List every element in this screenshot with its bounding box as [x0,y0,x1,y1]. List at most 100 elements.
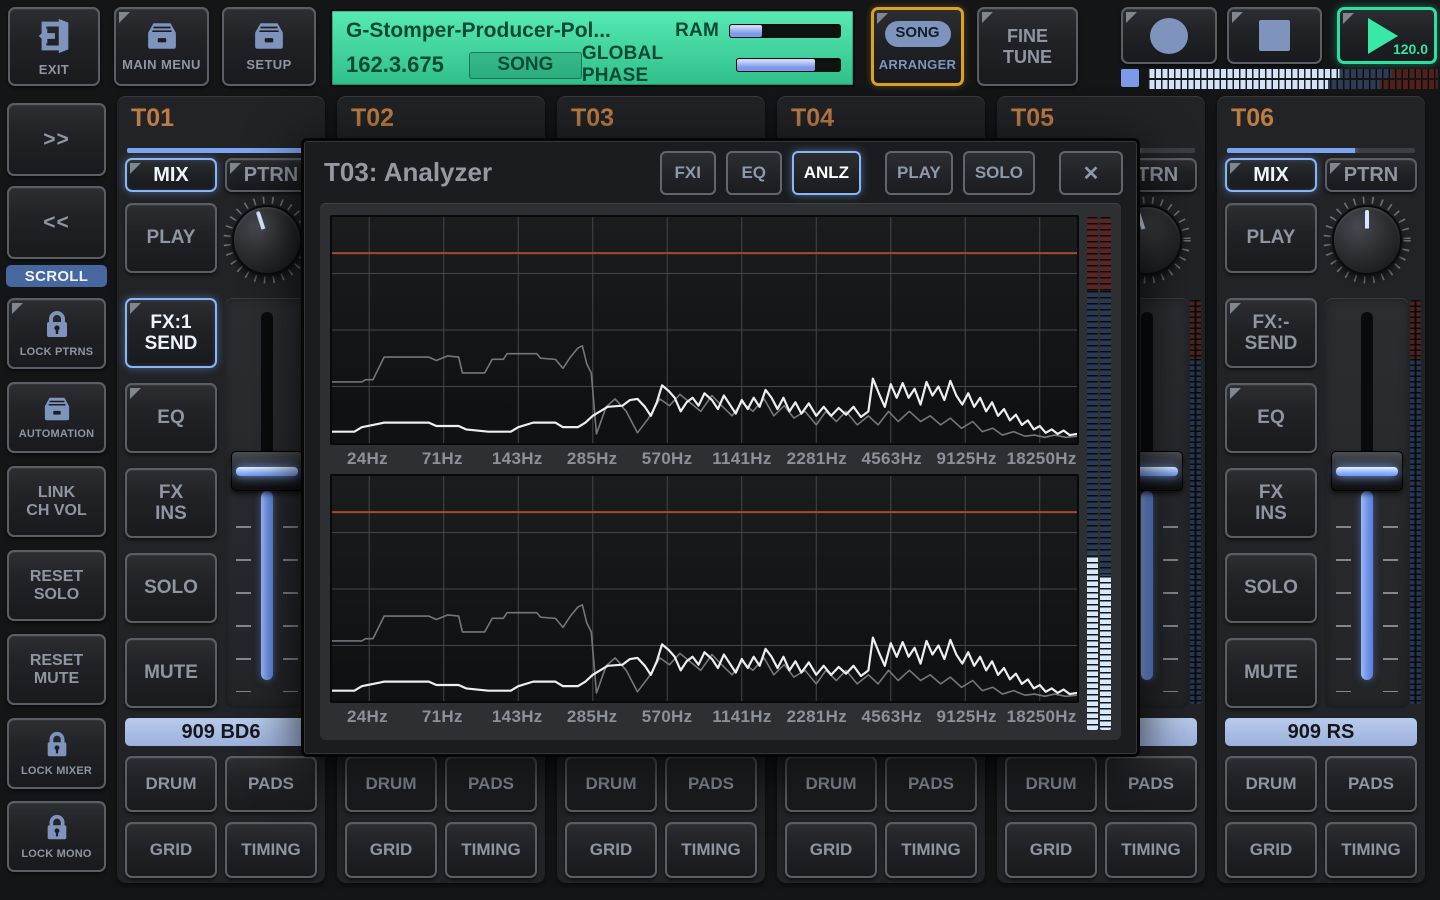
dialog-play-button[interactable]: PLAY [885,151,953,195]
freq-tick-label: 9125Hz [936,449,996,469]
master-meter-row-right [1148,80,1438,89]
main-menu-label: MAIN MENU [122,58,201,73]
fine-tune-button[interactable]: FINE TUNE [977,7,1078,86]
link-ch-vol-button[interactable]: LINK CH VOL [7,466,106,537]
grid-button[interactable]: GRID [785,822,877,878]
timing-button[interactable]: TIMING [225,822,317,878]
freq-tick-label: 2281Hz [787,449,847,469]
track-column-t06: T06 MIX PTRN PLAY FX:- SEND EQ FX INS SO… [1217,96,1425,884]
main-menu-button[interactable]: MAIN MENU [114,7,209,86]
lock-mono-label: LOCK MONO [21,848,91,860]
lock-mixer-label: LOCK MIXER [21,765,92,777]
exit-button[interactable]: EXIT [8,7,100,86]
project-title: G-Stomper-Producer-Pol... [346,19,675,43]
eq-tab[interactable]: EQ [726,151,782,195]
timing-button[interactable]: TIMING [1105,822,1197,878]
fader-handle[interactable] [231,451,303,491]
anlz-tab[interactable]: ANLZ [792,151,861,195]
eq-button[interactable]: EQ [1225,383,1317,453]
global-phase-label: GLOBAL PHASE [582,43,726,87]
mode-indicator: SONG [469,52,582,79]
reset-solo-button[interactable]: RESET SOLO [7,550,106,621]
scroll-left-button[interactable]: << [7,186,106,259]
sample-label[interactable]: 909 BD6 [125,718,317,746]
freq-tick-label: 71Hz [422,449,463,469]
fx-send-button[interactable]: FX:- SEND [1225,298,1317,368]
lock-ptrns-button[interactable]: LOCK PTRNS [7,298,106,369]
analyzer-level-meter [1087,215,1111,732]
reset-mute-label: RESET MUTE [30,652,83,688]
dialog-solo-button[interactable]: SOLO [963,151,1035,195]
pads-button[interactable]: PADS [445,756,537,812]
mix-tab[interactable]: MIX [125,158,217,192]
close-button[interactable]: ✕ [1059,151,1123,195]
pads-button[interactable]: PADS [885,756,977,812]
drum-button[interactable]: DRUM [565,756,657,812]
pan-knob[interactable] [223,196,311,284]
grid-label: GRID [150,840,193,859]
play-button[interactable]: 120.0 [1337,7,1437,64]
solo-button[interactable]: SOLO [1225,553,1317,623]
grid-button[interactable]: GRID [1225,822,1317,878]
stop-button[interactable] [1227,7,1322,64]
record-button[interactable] [1121,7,1217,64]
freq-tick-label: 143Hz [492,707,543,727]
timing-button[interactable]: TIMING [885,822,977,878]
freq-tick-label: 143Hz [492,449,543,469]
timing-button[interactable]: TIMING [1325,822,1417,878]
ptrn-tab[interactable]: PTRN [1325,158,1417,192]
setup-button[interactable]: SETUP [222,7,316,86]
timing-button[interactable]: TIMING [665,822,757,878]
lock-mono-button[interactable]: LOCK MONO [7,801,106,872]
pads-button[interactable]: PADS [1105,756,1197,812]
song-arranger-button[interactable]: SONG ARRANGER [871,7,964,86]
eq-button[interactable]: EQ [125,383,217,453]
solo-button[interactable]: SOLO [125,553,217,623]
freq-tick-label: 24Hz [347,449,388,469]
exit-label: EXIT [39,63,70,78]
track-play-button[interactable]: PLAY [1225,203,1317,273]
fader-handle-stripe [236,467,298,476]
sample-label[interactable]: 909 RS [1225,718,1417,746]
fx-ins-button[interactable]: FX INS [1225,468,1317,538]
drum-button[interactable]: DRUM [125,756,217,812]
track-title: T03 [571,104,614,133]
ptrn-label: PTRN [244,164,298,186]
fx-send-button[interactable]: FX:1 SEND [125,298,217,368]
drum-button[interactable]: DRUM [1005,756,1097,812]
grid-button[interactable]: GRID [345,822,437,878]
mute-button[interactable]: MUTE [1225,638,1317,708]
grid-button[interactable]: GRID [565,822,657,878]
meter-column-left [1087,217,1098,730]
timing-button[interactable]: TIMING [445,822,537,878]
master-meter-row-left [1148,69,1438,78]
reset-mute-button[interactable]: RESET MUTE [7,634,106,705]
mute-label: MUTE [144,662,198,683]
drum-label: DRUM [146,774,197,793]
pads-button[interactable]: PADS [665,756,757,812]
drum-button[interactable]: DRUM [1225,756,1317,812]
mix-tab[interactable]: MIX [1225,158,1317,192]
automation-button[interactable]: AUTOMATION [7,382,106,453]
volume-fader[interactable] [225,298,309,708]
grid-button[interactable]: GRID [125,822,217,878]
fx-ins-button[interactable]: FX INS [125,468,217,538]
lock-mixer-button[interactable]: LOCK MIXER [7,718,106,789]
pads-button[interactable]: PADS [225,756,317,812]
drum-button[interactable]: DRUM [345,756,437,812]
stop-icon [1259,20,1290,51]
grid-button[interactable]: GRID [1005,822,1097,878]
lock-icon [43,730,71,760]
pan-knob[interactable] [1323,196,1411,284]
fxi-tab[interactable]: FXI [660,151,716,195]
analyzer-graphs: 24Hz71Hz143Hz285Hz570Hz1141Hz2281Hz4563H… [330,215,1079,732]
track-play-button[interactable]: PLAY [125,203,217,273]
lcd-display: G-Stomper-Producer-Pol... RAM 162.3.675 … [330,9,855,87]
volume-fader[interactable] [1325,298,1409,708]
pads-button[interactable]: PADS [1325,756,1417,812]
mute-button[interactable]: MUTE [125,638,217,708]
scroll-right-button[interactable]: >> [7,103,106,176]
drum-button[interactable]: DRUM [785,756,877,812]
link-ch-vol-label: LINK CH VOL [26,484,86,520]
reset-solo-label: RESET SOLO [30,568,83,604]
